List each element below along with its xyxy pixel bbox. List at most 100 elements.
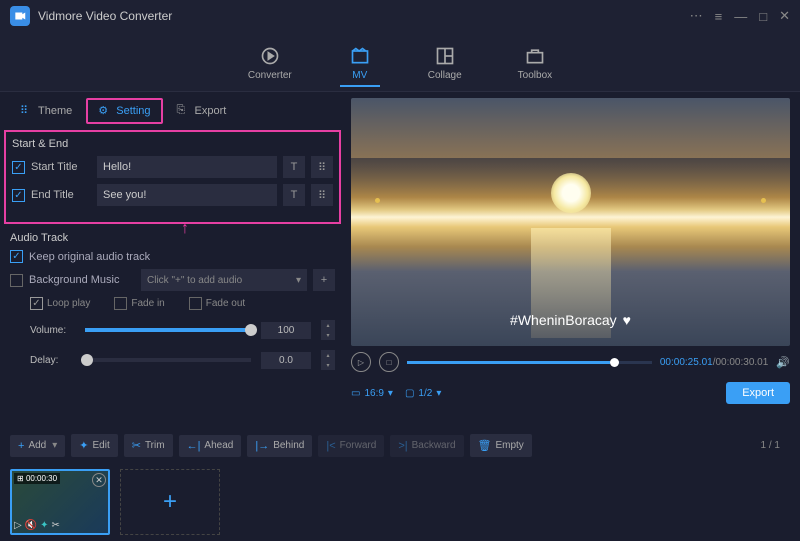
menu-icon[interactable]: ≡	[715, 9, 723, 24]
aspect-ratio-select[interactable]: ▭ 16:9 ▾	[351, 388, 393, 399]
end-title-checkbox[interactable]	[12, 189, 25, 202]
chevron-down-icon: ▾	[436, 388, 441, 399]
player-controls: ▷ □ 00:00:25.01/00:00:30.01 🔊	[351, 346, 790, 378]
end-title-color-button[interactable]: ⠿	[311, 184, 333, 206]
video-preview[interactable]: #WheninBoracay ♥	[351, 98, 790, 346]
volume-up[interactable]: ▴	[321, 320, 335, 330]
nav-converter[interactable]: Converter	[240, 40, 300, 87]
export-icon: ⎘	[177, 104, 191, 118]
audio-dropdown[interactable]: Click "+" to add audio ▾	[141, 269, 307, 291]
clip-thumbnail[interactable]: ⊞ 00:00:30 ✕ ▷ 🔇 ✦ ✂	[10, 469, 110, 535]
heart-icon: ♥	[623, 312, 631, 328]
keep-original-checkbox[interactable]	[10, 250, 23, 263]
start-title-checkbox[interactable]	[12, 161, 25, 174]
mv-icon	[348, 44, 372, 68]
keep-original-label: Keep original audio track	[29, 251, 150, 263]
background-music-label: Background Music	[29, 274, 135, 286]
app-logo	[10, 6, 30, 26]
end-title-label: End Title	[31, 189, 91, 201]
gear-icon: ⚙	[98, 104, 112, 118]
start-title-input[interactable]	[97, 156, 277, 178]
export-button[interactable]: Export	[726, 382, 790, 404]
delay-slider[interactable]	[85, 358, 251, 362]
feedback-icon[interactable]: ⋯	[690, 8, 703, 24]
backward-icon: >|	[398, 440, 407, 452]
delay-down[interactable]: ▾	[321, 360, 335, 370]
audio-title: Audio Track	[10, 232, 335, 244]
page-info: 1 / 1	[761, 440, 790, 451]
progress-bar[interactable]	[407, 361, 652, 364]
clip-duration: ⊞ 00:00:30	[14, 473, 60, 484]
scissors-icon: ✂	[132, 439, 141, 452]
aspect-icon: ▭	[351, 388, 360, 399]
end-title-font-button[interactable]: T	[283, 184, 305, 206]
clip-effect-icon[interactable]: ✦	[40, 520, 48, 531]
volume-down[interactable]: ▾	[321, 330, 335, 340]
tab-export[interactable]: ⎘ Export	[167, 98, 237, 124]
preview-panel: #WheninBoracay ♥ ▷ □ 00:00:25.01/00:00:3…	[345, 92, 800, 428]
play-button[interactable]: ▷	[351, 352, 371, 372]
forward-button[interactable]: |<Forward	[318, 435, 384, 457]
top-nav: Converter MV Collage Toolbox	[0, 32, 800, 92]
start-title-label: Start Title	[31, 161, 91, 173]
chevron-down-icon: ▾	[388, 388, 393, 399]
clip-mute-icon[interactable]: 🔇	[25, 520, 37, 531]
edit-button[interactable]: ✦Edit	[71, 434, 117, 457]
behind-button[interactable]: |→Behind	[247, 435, 312, 457]
tab-setting[interactable]: ⚙ Setting	[86, 98, 162, 124]
clip-toolbar: +Add▾ ✦Edit ✂Trim ←|Ahead |→Behind |<For…	[0, 428, 800, 463]
stop-button[interactable]: □	[379, 352, 399, 372]
nav-collage[interactable]: Collage	[420, 40, 470, 87]
scale-select[interactable]: ▢ 1/2 ▾	[405, 388, 441, 399]
add-button[interactable]: +Add▾	[10, 435, 65, 457]
theme-icon: ⠿	[20, 104, 34, 118]
highlight-arrow-icon: ↑	[181, 220, 189, 238]
close-icon[interactable]: ✕	[779, 8, 790, 24]
ahead-button[interactable]: ←|Ahead	[179, 435, 242, 457]
delay-value: 0.0	[261, 352, 311, 369]
start-title-font-button[interactable]: T	[283, 156, 305, 178]
empty-button[interactable]: 🗑Empty	[470, 434, 532, 457]
toolbox-icon	[523, 44, 547, 68]
volume-slider[interactable]	[85, 328, 251, 332]
clips-row: ⊞ 00:00:30 ✕ ▷ 🔇 ✦ ✂ +	[0, 463, 800, 541]
backward-button[interactable]: >|Backward	[390, 435, 463, 457]
add-clip-button[interactable]: +	[120, 469, 220, 535]
loop-checkbox[interactable]	[30, 297, 43, 310]
start-end-section: Start & End Start Title T ⠿ End Title T …	[4, 130, 341, 224]
trim-button[interactable]: ✂Trim	[124, 434, 173, 457]
fadein-checkbox[interactable]	[114, 297, 127, 310]
add-audio-button[interactable]: +	[313, 269, 335, 291]
converter-icon	[258, 44, 282, 68]
delay-up[interactable]: ▴	[321, 350, 335, 360]
sub-nav: ⠿ Theme ⚙ Setting ⎘ Export	[0, 92, 345, 130]
plus-icon: +	[18, 440, 24, 452]
maximize-icon[interactable]: □	[759, 9, 767, 24]
window-controls: ⋯ ≡ — □ ✕	[690, 8, 790, 24]
tab-theme[interactable]: ⠿ Theme	[10, 98, 82, 124]
nav-toolbox[interactable]: Toolbox	[510, 40, 560, 87]
delay-label: Delay:	[30, 355, 75, 366]
fadeout-checkbox[interactable]	[189, 297, 202, 310]
clip-remove-button[interactable]: ✕	[92, 473, 106, 487]
audio-section: Audio Track Keep original audio track Ba…	[0, 224, 345, 388]
scale-icon: ▢	[405, 388, 414, 399]
behind-icon: |→	[255, 440, 269, 452]
volume-icon[interactable]: 🔊	[776, 356, 790, 369]
volume-value: 100	[261, 322, 311, 339]
clip-trim-icon[interactable]: ✂	[52, 520, 60, 531]
end-title-input[interactable]	[97, 184, 277, 206]
minimize-icon[interactable]: —	[734, 9, 747, 24]
settings-panel: ⠿ Theme ⚙ Setting ⎘ Export Start & End S…	[0, 92, 345, 428]
background-music-checkbox[interactable]	[10, 274, 23, 287]
app-title: Vidmore Video Converter	[38, 9, 690, 23]
time-display: 00:00:25.01/00:00:30.01	[660, 357, 768, 368]
start-end-title: Start & End	[12, 138, 333, 150]
clip-play-icon[interactable]: ▷	[14, 520, 22, 531]
forward-icon: |<	[326, 440, 335, 452]
start-title-color-button[interactable]: ⠿	[311, 156, 333, 178]
volume-label: Volume:	[30, 325, 75, 336]
wand-icon: ✦	[79, 439, 88, 452]
overlay-text: #WheninBoracay ♥	[510, 312, 631, 328]
nav-mv[interactable]: MV	[340, 40, 380, 87]
